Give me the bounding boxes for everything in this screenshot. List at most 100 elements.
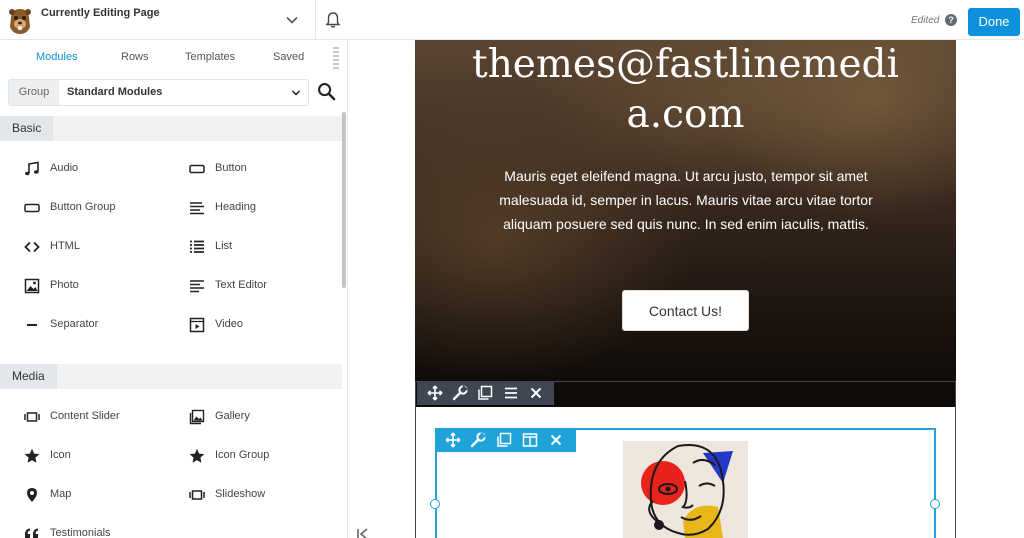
module-button-group[interactable]: Button Group: [24, 198, 174, 218]
duplicate-icon[interactable]: [477, 385, 493, 401]
video-icon: [189, 317, 205, 333]
module-gallery[interactable]: Gallery: [189, 407, 339, 427]
section-title: Media: [0, 364, 57, 389]
module-label: Icon Group: [215, 449, 270, 461]
group-select-value[interactable]: Standard Modules: [67, 86, 162, 98]
page-canvas[interactable]: themes@fastlinemedi a.com Mauris eget el…: [349, 40, 1024, 538]
module-label: Gallery: [215, 410, 250, 422]
code-brackets-icon: [24, 241, 40, 253]
module-button[interactable]: Button: [189, 159, 339, 179]
hero-email-heading[interactable]: themes@fastlinemedi a.com: [415, 40, 956, 140]
row-toolbar: [417, 381, 554, 405]
close-icon[interactable]: [528, 385, 544, 401]
page-title[interactable]: Currently Editing Page: [41, 7, 160, 19]
module-icon[interactable]: Icon: [24, 446, 174, 466]
module-label: HTML: [50, 240, 80, 252]
text-lines-icon: [190, 280, 204, 293]
beaver-logo-icon[interactable]: [3, 3, 37, 37]
wrench-icon[interactable]: [470, 432, 486, 448]
module-label: Separator: [50, 318, 99, 330]
module-map[interactable]: Map: [24, 485, 174, 505]
module-content-slider[interactable]: Content Slider: [24, 407, 174, 427]
module-slideshow[interactable]: Slideshow: [189, 485, 339, 505]
group-label: Group: [9, 80, 59, 105]
hero-section[interactable]: themes@fastlinemedi a.com Mauris eget el…: [415, 40, 956, 408]
module-toolbar: [435, 428, 576, 452]
panel-tabs: Modules Rows Templates Saved: [0, 40, 347, 76]
columns-icon[interactable]: [522, 432, 538, 448]
move-icon[interactable]: [427, 385, 443, 401]
collapse-panel-icon[interactable]: [356, 528, 372, 538]
tab-rows[interactable]: Rows: [121, 51, 149, 63]
module-label: Audio: [50, 162, 79, 174]
list-icon: [190, 240, 204, 253]
tab-saved[interactable]: Saved: [273, 51, 304, 63]
close-icon[interactable]: [548, 432, 564, 448]
menu-icon[interactable]: [503, 385, 519, 401]
star-icon: [24, 448, 40, 463]
map-pin-icon: [27, 488, 37, 502]
star-icon: [189, 448, 205, 463]
module-video[interactable]: Video: [189, 315, 339, 335]
module-label: Icon: [50, 449, 71, 461]
module-photo[interactable]: Photo: [24, 276, 174, 296]
module-label: Slideshow: [215, 488, 266, 500]
gallery-icon: [189, 409, 205, 425]
module-label: Map: [50, 488, 72, 500]
contact-us-button[interactable]: Contact Us!: [622, 290, 749, 331]
button-rect-icon: [24, 203, 40, 213]
module-separator[interactable]: Separator: [24, 315, 174, 335]
module-html[interactable]: HTML: [24, 237, 174, 257]
module-audio[interactable]: Audio: [24, 159, 174, 179]
hero-email-line: a.com: [626, 92, 745, 137]
modules-panel: Modules Rows Templates Saved Group Stand…: [0, 40, 348, 538]
module-label: Button: [215, 162, 247, 174]
module-list[interactable]: List: [189, 237, 339, 257]
drag-handle-icon[interactable]: [333, 47, 339, 71]
module-label: Testimonials: [50, 527, 111, 538]
slider-icon: [189, 490, 205, 500]
resize-handle-right[interactable]: [930, 499, 940, 509]
module-icon-group[interactable]: Icon Group: [189, 446, 339, 466]
module-heading[interactable]: Heading: [189, 198, 339, 218]
module-testimonials[interactable]: Testimonials: [24, 524, 174, 538]
top-bar: Currently Editing Page Edited ? Done: [0, 0, 1024, 40]
section-header-basic[interactable]: Basic: [0, 116, 342, 141]
module-label: Heading: [215, 201, 256, 213]
help-icon[interactable]: ?: [945, 14, 957, 26]
done-button[interactable]: Done: [968, 8, 1020, 36]
panel-scrollbar[interactable]: [342, 112, 346, 288]
photo-icon: [24, 278, 40, 294]
edited-status: Edited: [911, 15, 940, 26]
quote-icon: [25, 528, 38, 538]
resize-handle-left[interactable]: [430, 499, 440, 509]
section-header-media[interactable]: Media: [0, 364, 342, 389]
button-rect-icon: [189, 164, 205, 174]
hero-email-line: themes@fastlinemedi: [472, 42, 899, 87]
topbar-divider: [315, 0, 316, 40]
duplicate-icon[interactable]: [496, 432, 512, 448]
slider-icon: [24, 412, 40, 422]
module-label: Text Editor: [215, 279, 267, 291]
group-select[interactable]: Group Standard Modules: [8, 79, 309, 106]
abstract-face-photo[interactable]: [623, 441, 748, 538]
move-icon[interactable]: [445, 432, 461, 448]
wrench-icon[interactable]: [452, 385, 468, 401]
page-builder-app: Currently Editing Page Edited ? Done Mod…: [0, 0, 1024, 538]
module-label: List: [215, 240, 233, 252]
music-note-icon: [25, 161, 39, 176]
section-title: Basic: [0, 116, 54, 141]
module-label: Content Slider: [50, 410, 120, 422]
chevron-down-icon[interactable]: [284, 12, 300, 28]
separator-line-icon: [27, 324, 37, 326]
heading-lines-icon: [190, 202, 204, 215]
hero-paragraph[interactable]: Mauris eget eleifend magna. Ut arcu just…: [481, 164, 891, 236]
tab-modules[interactable]: Modules: [36, 51, 78, 63]
module-label: Video: [215, 318, 243, 330]
tab-templates[interactable]: Templates: [185, 51, 235, 63]
search-icon[interactable]: [317, 82, 336, 101]
chevron-down-icon[interactable]: [291, 88, 301, 98]
bell-icon[interactable]: [324, 11, 342, 29]
module-label: Button Group: [50, 201, 116, 213]
module-text-editor[interactable]: Text Editor: [189, 276, 339, 296]
